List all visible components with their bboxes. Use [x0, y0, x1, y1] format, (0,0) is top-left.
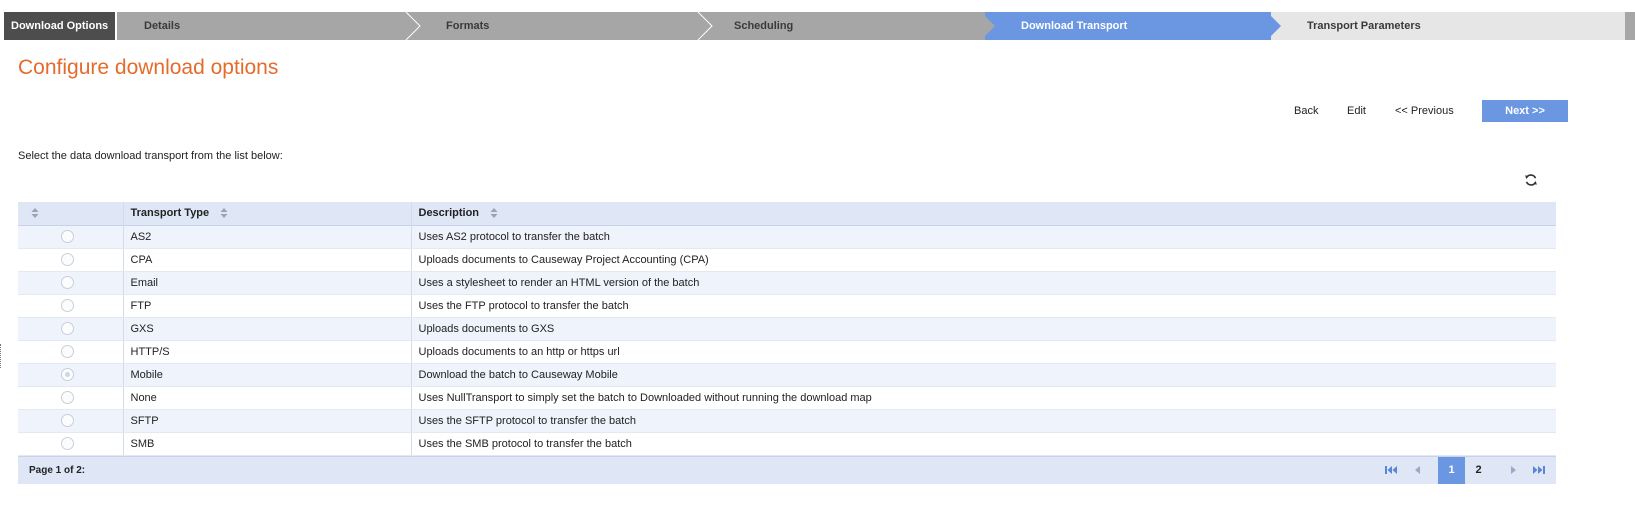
table-row[interactable]: Email Uses a stylesheet to render an HTM…	[18, 271, 1556, 295]
description-cell: Uploads documents to Causeway Project Ac…	[411, 248, 1556, 272]
row-radio[interactable]	[61, 345, 74, 358]
transport-type-column-header[interactable]: Transport Type	[123, 202, 412, 226]
row-radio[interactable]	[61, 322, 74, 335]
wizard-breadcrumb: Download Options Details Formats Schedul…	[4, 12, 1635, 40]
row-radio[interactable]	[61, 253, 74, 266]
table-row[interactable]: SMB Uses the SMB protocol to transfer th…	[18, 432, 1556, 456]
pager-info: Page 1 of 2:	[29, 464, 86, 476]
select-cell	[18, 340, 124, 364]
transport-type-cell: None	[123, 386, 412, 410]
description-cell: Uses the FTP protocol to transfer the ba…	[411, 294, 1556, 318]
sort-icon[interactable]	[31, 207, 39, 219]
table-row[interactable]: CPA Uploads documents to Causeway Projec…	[18, 248, 1556, 272]
sort-icon[interactable]	[220, 207, 228, 219]
transport-type-cell: HTTP/S	[123, 340, 412, 364]
transport-type-cell: SFTP	[123, 409, 412, 433]
select-column-header[interactable]	[18, 202, 124, 226]
wizard-chevrons	[405, 12, 1281, 40]
row-radio[interactable]	[61, 437, 74, 450]
page-1-button[interactable]: 1	[1438, 456, 1465, 484]
sort-icon[interactable]	[490, 207, 498, 219]
row-radio[interactable]	[61, 299, 74, 312]
select-cell	[18, 225, 124, 249]
table-row[interactable]: GXS Uploads documents to GXS	[18, 317, 1556, 341]
description-cell: Uploads documents to GXS	[411, 317, 1556, 341]
transport-type-cell: Email	[123, 271, 412, 295]
transport-type-cell: AS2	[123, 225, 412, 249]
refresh-icon[interactable]	[1524, 173, 1538, 187]
description-cell: Download the batch to Causeway Mobile	[411, 363, 1556, 387]
first-page-icon[interactable]	[1383, 463, 1399, 477]
description-cell: Uses the SMB protocol to transfer the ba…	[411, 432, 1556, 456]
row-radio[interactable]	[61, 276, 74, 289]
page-2-button[interactable]: 2	[1465, 457, 1492, 484]
transport-type-cell: SMB	[123, 432, 412, 456]
select-cell	[18, 294, 124, 318]
row-radio[interactable]	[61, 368, 74, 381]
table-row[interactable]: AS2 Uses AS2 protocol to transfer the ba…	[18, 225, 1556, 249]
table-row[interactable]: SFTP Uses the SFTP protocol to transfer …	[18, 409, 1556, 433]
row-radio[interactable]	[61, 414, 74, 427]
transport-table: Transport Type Description AS2 Uses AS2 …	[18, 202, 1556, 456]
select-cell	[18, 317, 124, 341]
grid-pager: Page 1 of 2: 1 2	[18, 455, 1556, 484]
next-page-icon[interactable]	[1505, 463, 1521, 477]
column-label: Description	[418, 207, 480, 220]
table-row[interactable]: FTP Uses the FTP protocol to transfer th…	[18, 294, 1556, 318]
table-header-row: Transport Type Description	[18, 202, 1556, 226]
row-radio[interactable]	[61, 230, 74, 243]
transport-type-cell: Mobile	[123, 363, 412, 387]
select-cell	[18, 386, 124, 410]
table-row[interactable]: None Uses NullTransport to simply set th…	[18, 386, 1556, 410]
select-cell	[18, 432, 124, 456]
select-cell	[18, 363, 124, 387]
previous-button[interactable]: << Previous	[1395, 100, 1454, 122]
description-cell: Uploads documents to an http or https ur…	[411, 340, 1556, 364]
column-label: Transport Type	[130, 207, 210, 220]
select-cell	[18, 271, 124, 295]
description-cell: Uses AS2 protocol to transfer the batch	[411, 225, 1556, 249]
transport-grid: Transport Type Description AS2 Uses AS2 …	[18, 202, 1556, 484]
description-cell: Uses the SFTP protocol to transfer the b…	[411, 409, 1556, 433]
instruction-text: Select the data download transport from …	[18, 150, 283, 162]
transport-type-cell: CPA	[123, 248, 412, 272]
select-cell	[18, 248, 124, 272]
resize-handle[interactable]	[0, 344, 3, 368]
description-cell: Uses NullTransport to simply set the bat…	[411, 386, 1556, 410]
transport-type-cell: GXS	[123, 317, 412, 341]
prev-page-icon[interactable]	[1410, 463, 1426, 477]
last-page-icon[interactable]	[1531, 463, 1547, 477]
row-radio[interactable]	[61, 391, 74, 404]
select-cell	[18, 409, 124, 433]
page-title: Configure download options	[18, 56, 279, 79]
description-cell: Uses a stylesheet to render an HTML vers…	[411, 271, 1556, 295]
back-button[interactable]: Back	[1294, 100, 1318, 122]
table-row[interactable]: Mobile Download the batch to Causeway Mo…	[18, 363, 1556, 387]
table-row[interactable]: HTTP/S Uploads documents to an http or h…	[18, 340, 1556, 364]
edit-button[interactable]: Edit	[1347, 100, 1366, 122]
next-button[interactable]: Next >>	[1482, 100, 1568, 122]
transport-type-cell: FTP	[123, 294, 412, 318]
description-column-header[interactable]: Description	[411, 202, 1556, 226]
